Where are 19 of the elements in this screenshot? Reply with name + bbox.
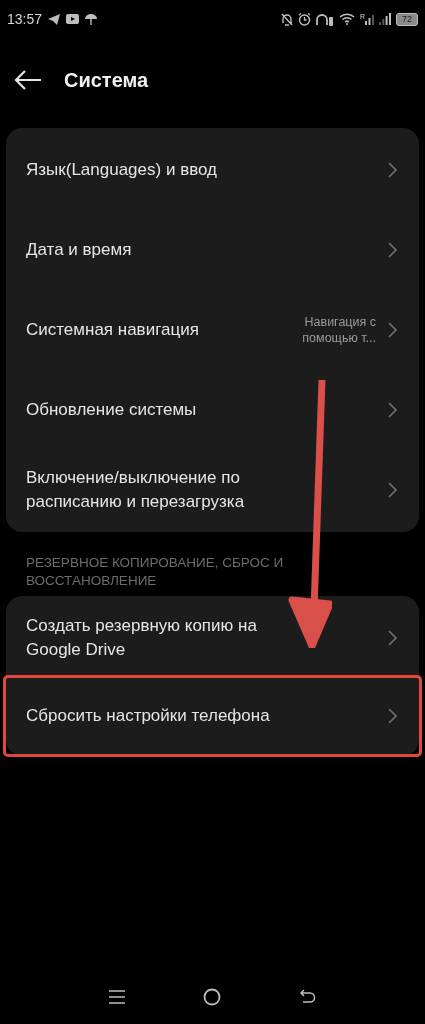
battery-indicator: 72 [396, 12, 418, 26]
item-value: Навигация с помощью т... [301, 314, 376, 346]
item-label: Язык(Languages) и ввод [26, 159, 217, 181]
page-title: Система [64, 68, 149, 93]
clock: 13:57 [7, 9, 43, 29]
section-heading: РЕЗЕРВНОЕ КОПИРОВАНИЕ, СБРОС И ВОССТАНОВЛЕНИЕ [25, 554, 285, 590]
item-label: Включение/выключение по расписанию и перезагрузка [26, 467, 246, 513]
item-label: Обновление системы [26, 399, 197, 421]
settings-item[interactable]: Создать резервную копию на Google Drive [6, 598, 419, 678]
settings-item[interactable]: Системная навигация Навигация с помощью т... [6, 290, 419, 370]
settings-item[interactable]: Обновление системы [6, 370, 419, 450]
item-label: Системная навигация [26, 319, 199, 341]
settings-item[interactable]: Язык(Languages) и ввод [6, 130, 419, 210]
settings-item[interactable]: Сбросить настройки телефона [6, 678, 419, 754]
item-label: Создать резервную копию на Google Drive [26, 615, 258, 661]
settings-item[interactable]: Включение/выключение по расписанию и перезагрузка [6, 450, 419, 530]
item-label: Сбросить настройки телефона [26, 705, 270, 727]
settings-item[interactable]: Дата и время [6, 210, 419, 290]
item-label: Дата и время [26, 239, 132, 261]
